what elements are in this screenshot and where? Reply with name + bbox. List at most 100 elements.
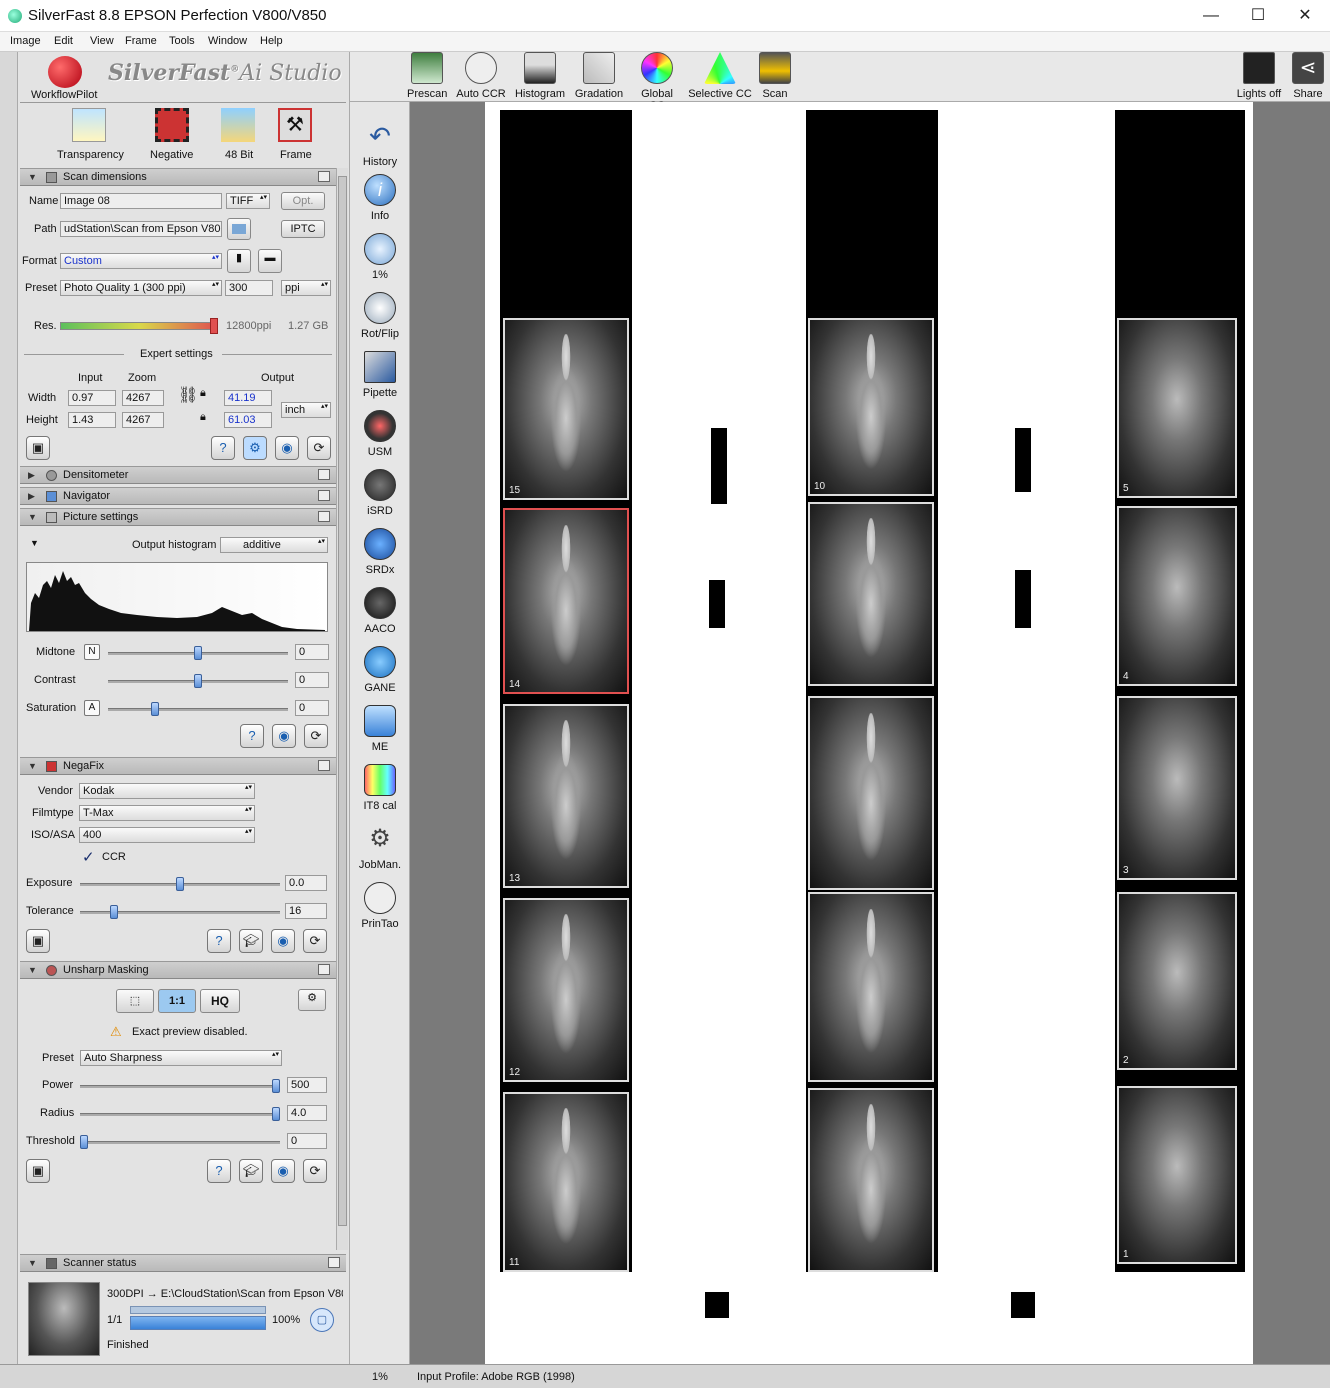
- film-frame[interactable]: [808, 696, 934, 890]
- width-zoom-field[interactable]: 4267: [122, 390, 164, 406]
- path-field[interactable]: udStation\Scan from Epson V800: [60, 221, 222, 237]
- exposure-value[interactable]: 0.0: [285, 875, 327, 891]
- tolerance-slider[interactable]: [80, 905, 280, 919]
- scrollbar-thumb[interactable]: [338, 176, 347, 1226]
- name-field[interactable]: Image 08: [60, 193, 222, 209]
- saturation-knob[interactable]: [150, 702, 159, 716]
- picture-settings-header[interactable]: ▼ Picture settings: [20, 508, 336, 526]
- film-frame[interactable]: 15: [503, 318, 629, 500]
- film-frame[interactable]: 13: [503, 704, 629, 888]
- usm-hq-button[interactable]: HQ: [200, 989, 240, 1013]
- menu-frame[interactable]: Frame: [125, 35, 157, 47]
- menu-view[interactable]: View: [90, 35, 114, 47]
- lock-icon-2[interactable]: 🔒︎: [200, 411, 206, 424]
- iptc-button[interactable]: IPTC: [281, 220, 325, 238]
- film-frame[interactable]: 5: [1117, 318, 1237, 498]
- resolution-bar[interactable]: [60, 322, 218, 330]
- usm-save-icon[interactable]: ▣: [26, 1159, 50, 1183]
- usm-tool[interactable]: USM: [350, 410, 410, 458]
- threshold-knob[interactable]: [80, 1135, 88, 1149]
- midtone-neutral-button[interactable]: N: [84, 644, 100, 660]
- negafix-help-icon[interactable]: ?: [207, 929, 231, 953]
- workflow-pilot-icon[interactable]: [48, 56, 82, 88]
- saturation-value[interactable]: 0: [295, 700, 329, 716]
- threshold-slider[interactable]: [80, 1135, 280, 1149]
- picture-quicktime-icon[interactable]: ◉: [272, 724, 296, 748]
- usm-gear-icon[interactable]: ⚙: [298, 989, 326, 1011]
- height-zoom-field[interactable]: 4267: [122, 412, 164, 428]
- ccr-checkbox[interactable]: ✓: [82, 848, 95, 866]
- film-frame[interactable]: [808, 1088, 934, 1272]
- vendor-select[interactable]: Kodak: [79, 783, 255, 799]
- landscape-icon[interactable]: ▬: [258, 249, 282, 273]
- film-frame[interactable]: 2: [1117, 892, 1237, 1070]
- scan-tool[interactable]: Scan: [758, 52, 792, 100]
- reset-icon[interactable]: ⟳: [307, 436, 331, 460]
- usm-reset-icon[interactable]: ⟳: [303, 1159, 327, 1183]
- isrd-tool[interactable]: iSRD: [350, 469, 410, 517]
- usm-help-icon[interactable]: ?: [207, 1159, 231, 1183]
- gear-icon[interactable]: ⚙: [243, 436, 267, 460]
- history-tool[interactable]: ↶ History: [350, 120, 410, 168]
- height-input-field[interactable]: 1.43: [68, 412, 116, 428]
- auto-ccr-tool[interactable]: Auto CCR: [456, 52, 506, 100]
- pipette-tool[interactable]: Pipette: [350, 351, 410, 399]
- maximize-button[interactable]: ☐: [1243, 6, 1273, 26]
- file-type-select[interactable]: TIFF: [226, 193, 270, 209]
- film-frame[interactable]: [808, 502, 934, 686]
- exposure-knob[interactable]: [176, 877, 184, 891]
- help-icon[interactable]: ?: [211, 436, 235, 460]
- resolution-knob[interactable]: [210, 318, 218, 334]
- film-frame[interactable]: 12: [503, 898, 629, 1082]
- power-knob[interactable]: [272, 1079, 280, 1093]
- resolution-unit-select[interactable]: ppi: [281, 280, 331, 296]
- gradation-tool[interactable]: Gradation: [572, 52, 626, 100]
- minimize-button[interactable]: —: [1196, 6, 1226, 26]
- radius-slider[interactable]: [80, 1107, 280, 1121]
- negafix-save-icon[interactable]: ▣: [26, 929, 50, 953]
- usm-preview-frame-button[interactable]: ⬚: [116, 989, 154, 1013]
- rot-flip-tool[interactable]: Rot/Flip: [350, 292, 410, 340]
- preset-select[interactable]: Photo Quality 1 (300 ppi): [60, 280, 222, 296]
- me-tool[interactable]: ME: [350, 705, 410, 753]
- tolerance-value[interactable]: 16: [285, 903, 327, 919]
- film-frame[interactable]: 4: [1117, 506, 1237, 686]
- iso-select[interactable]: 400: [79, 827, 255, 843]
- panel-scrollbar[interactable]: [336, 168, 348, 1250]
- scanner-status-header[interactable]: ▼ Scanner status: [20, 1254, 346, 1272]
- threshold-value[interactable]: 0: [287, 1133, 327, 1149]
- width-input-field[interactable]: 0.97: [68, 390, 116, 406]
- usm-1to1-button[interactable]: 1:1: [158, 989, 196, 1013]
- scan-dimensions-header[interactable]: ▼ Scan dimensions: [20, 168, 336, 186]
- contrast-knob[interactable]: [194, 674, 202, 688]
- picture-help-icon[interactable]: ?: [240, 724, 264, 748]
- saturation-slider[interactable]: [108, 702, 288, 716]
- contrast-value[interactable]: 0: [295, 672, 329, 688]
- usm-expert-icon[interactable]: 🎓︎: [239, 1159, 263, 1183]
- film-frame-selected[interactable]: 14: [503, 508, 629, 694]
- link-chain-icon[interactable]: ⛓: [178, 385, 198, 405]
- share-tool[interactable]: ⋖ Share: [1290, 52, 1326, 100]
- menu-edit[interactable]: Edit: [54, 35, 73, 47]
- opt-button[interactable]: Opt.: [281, 192, 325, 210]
- histogram-collapse-icon[interactable]: ▼: [30, 538, 39, 548]
- usm-preset-select[interactable]: Auto Sharpness: [80, 1050, 282, 1066]
- midtone-value[interactable]: 0: [295, 644, 329, 660]
- aaco-tool[interactable]: AACO: [350, 587, 410, 635]
- format-select[interactable]: Custom: [60, 253, 222, 269]
- exposure-slider[interactable]: [80, 877, 280, 891]
- densitometer-header[interactable]: ▶ Densitometer: [20, 466, 336, 484]
- usm-quicktime-icon[interactable]: ◉: [271, 1159, 295, 1183]
- info-tool[interactable]: i Info: [350, 174, 410, 222]
- histogram-mode-select[interactable]: additive: [220, 537, 328, 553]
- menu-help[interactable]: Help: [260, 35, 283, 47]
- film-frame[interactable]: 11: [503, 1092, 629, 1272]
- histogram-tool[interactable]: Histogram: [514, 52, 566, 100]
- negafix-quicktime-icon[interactable]: ◉: [271, 929, 295, 953]
- negafix-reset-icon[interactable]: ⟳: [303, 929, 327, 953]
- preset-resolution-field[interactable]: 300: [225, 280, 273, 296]
- saturation-auto-button[interactable]: A: [84, 700, 100, 716]
- power-value[interactable]: 500: [287, 1077, 327, 1093]
- menu-image[interactable]: Image: [10, 35, 41, 47]
- film-frame[interactable]: 1: [1117, 1086, 1237, 1264]
